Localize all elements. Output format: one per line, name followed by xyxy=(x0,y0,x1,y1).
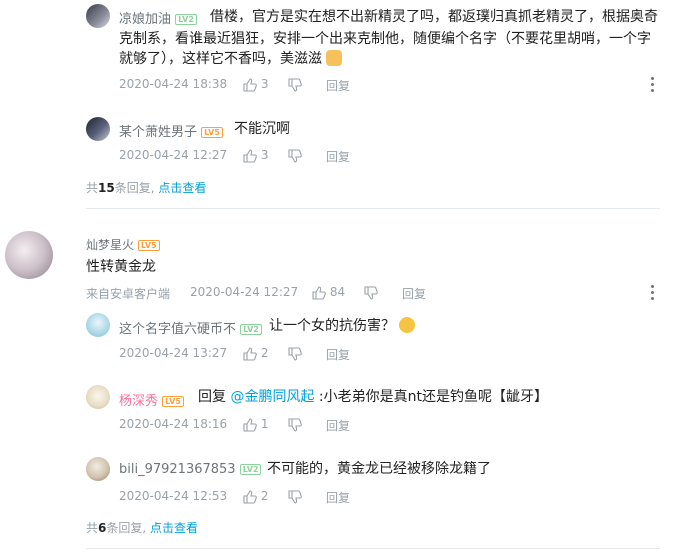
reply-username[interactable]: 杨深秀 LV5 xyxy=(119,390,184,409)
timestamp: 2020-04-24 12:27 xyxy=(119,148,228,162)
timestamp: 2020-04-24 13:27 xyxy=(119,346,228,360)
like-button[interactable]: 3 xyxy=(243,148,268,163)
username-text[interactable]: 某个萧姓男子 xyxy=(119,125,197,140)
thumbs-up-icon xyxy=(243,77,257,92)
like-count: 1 xyxy=(260,417,269,431)
like-count: 2 xyxy=(260,489,269,503)
comment-text: 性转黄金龙 xyxy=(86,259,156,275)
thumbs-down-icon xyxy=(288,417,302,432)
like-button[interactable]: 2 xyxy=(243,489,268,504)
like-button[interactable]: 1 xyxy=(243,417,268,432)
level-badge: LV5 xyxy=(201,127,223,138)
like-count: 3 xyxy=(260,148,269,162)
like-button[interactable]: 84 xyxy=(312,285,345,300)
dislike-button[interactable] xyxy=(288,489,302,504)
avatar[interactable] xyxy=(5,231,53,279)
reply-username[interactable]: 凉娘加油 LV2 xyxy=(119,8,197,27)
timestamp: 2020-04-24 18:16 xyxy=(119,417,228,431)
reply-button[interactable]: 回复 xyxy=(326,417,350,434)
smile-emoji-icon xyxy=(399,317,416,333)
view-more-link[interactable]: 点击查看 xyxy=(150,521,198,535)
divider xyxy=(86,548,660,549)
dislike-button[interactable] xyxy=(288,346,302,361)
thumbs-up-icon xyxy=(243,489,257,504)
thumbs-up-icon xyxy=(243,148,257,163)
like-button[interactable]: 2 xyxy=(243,346,268,361)
view-more-link[interactable]: 点击查看 xyxy=(158,181,206,195)
thumbs-up-icon xyxy=(243,346,257,361)
dislike-button[interactable] xyxy=(288,148,302,163)
username-text[interactable]: 杨深秀 xyxy=(119,394,158,409)
level-badge: LV2 xyxy=(240,324,262,335)
thumbs-down-icon xyxy=(364,285,378,300)
thumbs-down-icon xyxy=(288,77,302,92)
divider xyxy=(86,208,660,209)
view-more-replies: 共15条回复, 点击查看 xyxy=(86,181,207,195)
like-count: 2 xyxy=(260,346,269,360)
thumbs-up-icon xyxy=(312,285,326,300)
timestamp: 2020-04-24 12:53 xyxy=(119,489,228,503)
reply-username[interactable]: bili_97921367853 LV2 xyxy=(119,462,262,477)
username-text[interactable]: bili_97921367853 xyxy=(119,462,236,477)
like-count: 84 xyxy=(329,285,346,299)
dislike-button[interactable] xyxy=(288,77,302,92)
level-badge: LV2 xyxy=(239,464,262,475)
reply-button[interactable]: 回复 xyxy=(402,285,426,302)
reply-text: 借楼，官方是实在想不出新精灵了吗，都返璞归真抓老精灵了，根据奥奇 xyxy=(210,9,658,25)
dislike-button[interactable] xyxy=(288,417,302,432)
like-count: 3 xyxy=(260,77,269,91)
reply-text-line2: 克制系，看谁最近猖狂，安排一个出来克制他，随便编个名字（不要花里胡哨，一个字 xyxy=(119,31,651,47)
like-button[interactable]: 3 xyxy=(243,77,268,92)
reply-username[interactable]: 这个名字值六硬币不 LV2 xyxy=(119,318,262,337)
level-badge: LV5 xyxy=(137,240,160,251)
mention-link[interactable]: @金鹏同风起 xyxy=(230,389,314,405)
username-text[interactable]: 灿梦星火 xyxy=(86,238,134,252)
reply-button[interactable]: 回复 xyxy=(326,346,350,363)
cat-emoji-icon xyxy=(326,50,343,66)
main-username[interactable]: 灿梦星火 LV5 xyxy=(86,236,160,253)
level-badge: LV2 xyxy=(175,14,197,25)
avatar[interactable] xyxy=(86,313,110,337)
reply-text: 回复 @金鹏同风起 :小老弟你是真nt还是钓鱼呢【龇牙】 xyxy=(198,389,548,405)
more-vertical-icon[interactable] xyxy=(651,285,655,303)
view-more-replies: 共6条回复, 点击查看 xyxy=(86,521,199,535)
level-badge: LV5 xyxy=(162,396,184,407)
reply-text: 不能沉啊 xyxy=(234,121,290,137)
thumbs-down-icon xyxy=(288,489,302,504)
reply-meta: 2020-04-24 18:38 xyxy=(119,77,227,91)
dislike-button[interactable] xyxy=(364,285,378,300)
thumbs-down-icon xyxy=(288,148,302,163)
more-vertical-icon[interactable] xyxy=(651,77,655,95)
reply-text-line3: 就够了），这样它不香吗，美滋滋 xyxy=(119,48,677,70)
reply-username[interactable]: 某个萧姓男子 LV5 xyxy=(119,121,223,140)
reply-button[interactable]: 回复 xyxy=(326,77,350,94)
thumbs-down-icon xyxy=(288,346,302,361)
avatar[interactable] xyxy=(86,117,110,141)
reply-button[interactable]: 回复 xyxy=(326,148,350,165)
reply-text: 让一个女的抗伤害？ xyxy=(269,315,416,337)
timestamp: 2020-04-24 12:27 xyxy=(190,285,299,299)
username-text[interactable]: 凉娘加油 xyxy=(119,12,171,27)
avatar[interactable] xyxy=(86,4,110,28)
reply-text: 不可能的，黄金龙已经被移除龙籍了 xyxy=(267,461,491,477)
thumbs-up-icon xyxy=(243,417,257,432)
reply-button[interactable]: 回复 xyxy=(326,489,350,506)
username-text[interactable]: 这个名字值六硬币不 xyxy=(119,322,236,337)
avatar[interactable] xyxy=(86,385,110,409)
timestamp: 2020-04-24 18:38 xyxy=(119,77,228,91)
avatar[interactable] xyxy=(86,457,110,481)
client-source: 来自安卓客户端 xyxy=(86,287,171,301)
